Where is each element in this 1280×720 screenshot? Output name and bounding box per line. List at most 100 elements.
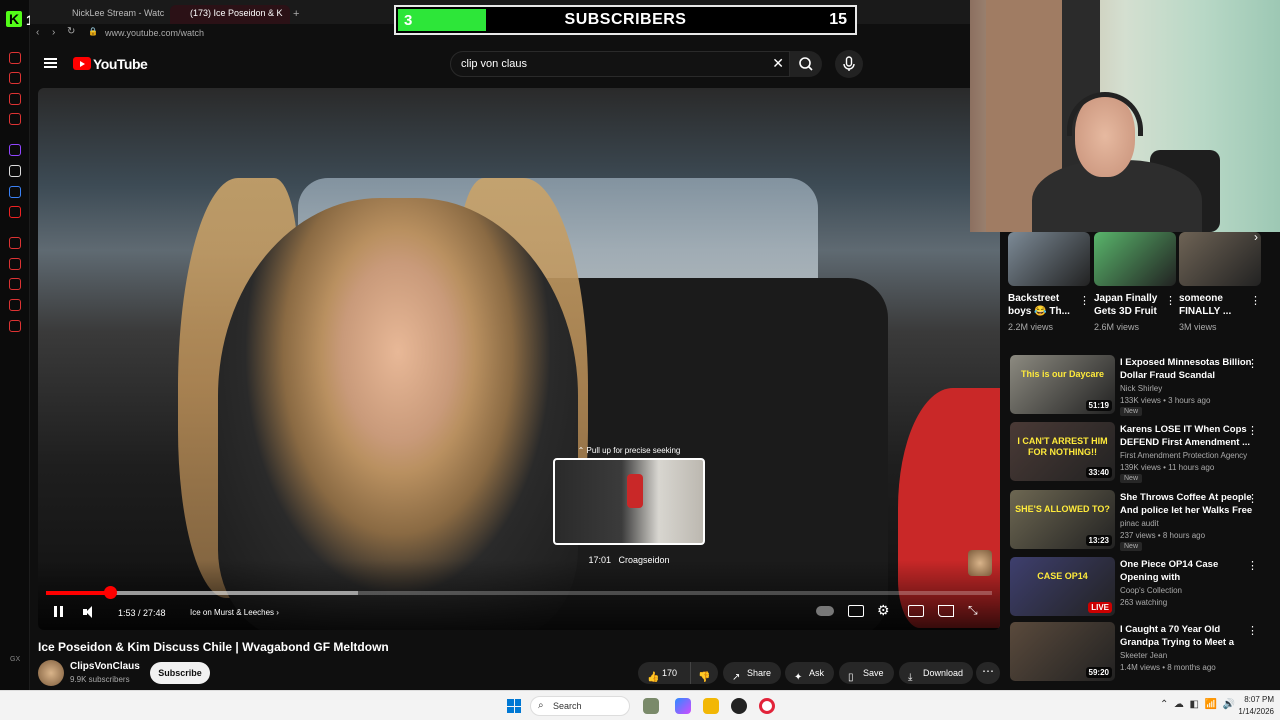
short-menu-icon[interactable]: ⋮	[1250, 294, 1261, 307]
video-thumbnail[interactable]: I CAN'T ARREST HIM FOR NOTHING!! 33:40	[1010, 422, 1115, 481]
bookmark-icon: ▯	[848, 672, 854, 683]
short-menu-icon[interactable]: ⋮	[1079, 294, 1090, 307]
pause-button[interactable]	[52, 605, 66, 619]
channel-watermark[interactable]	[968, 550, 992, 576]
video-thumbnail[interactable]: SHE'S ALLOWED TO? 13:23	[1010, 490, 1115, 549]
video-menu-icon[interactable]: ⋮	[1247, 559, 1258, 572]
settings-icon[interactable]: ⚙	[877, 602, 890, 619]
short-title[interactable]: Backstreet boys 😂 Th...	[1008, 292, 1076, 318]
video-menu-icon[interactable]: ⋮	[1247, 424, 1258, 437]
recommended-title[interactable]: She Throws Coffee At people And police l…	[1120, 492, 1255, 517]
search-input[interactable]: clip von claus ✕	[450, 51, 790, 77]
recommended-video[interactable]: I CAN'T ARREST HIM FOR NOTHING!! 33:40 Kar…	[1010, 422, 1270, 484]
file-explorer-icon[interactable]	[703, 698, 719, 714]
short-item[interactable]: Japan Finally Gets 3D Fruit 2.6M views ⋮	[1094, 232, 1176, 332]
shorts-next-icon[interactable]: ›	[1254, 230, 1258, 244]
volume-button[interactable]	[82, 605, 96, 619]
taskbar-search[interactable]: ⌕ Search	[530, 696, 630, 716]
voice-search-button[interactable]	[835, 50, 863, 78]
recommended-channel[interactable]: Coop's Collection	[1120, 586, 1182, 595]
chapter-button[interactable]: Ice on Murst & Leeches ›	[190, 608, 279, 617]
short-thumbnail[interactable]	[1094, 232, 1176, 286]
subscribe-button[interactable]: Subscribe	[150, 662, 210, 684]
recommended-video[interactable]: SHE'S ALLOWED TO? 13:23 She Throws Coffee …	[1010, 490, 1270, 552]
like-button[interactable]: 👍 170	[638, 662, 690, 684]
cast-button[interactable]	[938, 605, 954, 617]
tab-nicklee-stream[interactable]: NickLee Stream - Watc	[52, 5, 164, 25]
kick-logo-icon[interactable]: K	[6, 11, 22, 27]
video-thumbnail[interactable]: This is our Daycare 51:19	[1010, 355, 1115, 414]
recommended-channel[interactable]: First Amendment Protection Agency	[1120, 451, 1247, 460]
sidebar-app-icon[interactable]	[9, 320, 21, 332]
recommended-title[interactable]: Karens LOSE IT When Cops DEFEND First Am…	[1120, 424, 1255, 449]
short-title[interactable]: Japan Finally Gets 3D Fruit	[1094, 292, 1162, 318]
send-icon[interactable]	[9, 258, 21, 270]
recommended-title[interactable]: I Exposed Minnesotas Billion Dollar Frau…	[1120, 357, 1255, 382]
back-icon[interactable]: ‹	[36, 27, 39, 38]
menu-icon[interactable]	[44, 58, 57, 68]
fullscreen-exit-icon[interactable]: ⤡	[968, 603, 978, 618]
share-button[interactable]: ↗ Share	[723, 662, 782, 684]
dislike-button[interactable]: 👎	[690, 662, 718, 684]
download-button[interactable]: ⤓ Download	[899, 662, 974, 684]
short-views: 3M views	[1179, 322, 1217, 332]
sidebar-app-icon[interactable]	[9, 52, 21, 64]
x-icon[interactable]	[9, 165, 21, 177]
video-thumbnail[interactable]: 59:20	[1010, 622, 1115, 681]
sidebar-app-icon[interactable]	[9, 93, 21, 105]
recommended-video[interactable]: CASE OP14 LIVE One Piece OP14 Case Opening…	[1010, 557, 1270, 619]
recommended-title[interactable]: One Piece OP14 Case Opening with @MikeXC…	[1120, 559, 1255, 584]
youtube-logo-icon[interactable]	[73, 57, 91, 70]
sidebar-app-icon[interactable]	[9, 72, 21, 84]
copilot-icon[interactable]	[675, 698, 691, 714]
opera-gx-icon[interactable]	[759, 698, 775, 714]
search-button[interactable]	[790, 51, 822, 77]
sidebar-app-icon[interactable]	[9, 299, 21, 311]
video-player[interactable]	[38, 88, 1000, 630]
autoplay-toggle[interactable]	[816, 606, 834, 616]
video-menu-icon[interactable]: ⋮	[1247, 357, 1258, 370]
recommended-channel[interactable]: Nick Shirley	[1120, 384, 1162, 393]
short-thumbnail[interactable]	[1008, 232, 1090, 286]
progress-bar[interactable]	[46, 586, 992, 599]
taskbar-app-icon[interactable]	[643, 698, 659, 714]
twitch-icon[interactable]	[9, 144, 21, 156]
obs-icon[interactable]	[731, 698, 747, 714]
windows-start-icon[interactable]	[507, 699, 521, 713]
short-item[interactable]: someone FINALLY ... 3M views ⋮	[1179, 232, 1261, 332]
reload-icon[interactable]: ↻	[67, 26, 75, 37]
short-title[interactable]: someone FINALLY ...	[1179, 292, 1247, 318]
more-actions-button[interactable]: ⋯	[976, 662, 1000, 684]
tab-youtube[interactable]: (173) Ice Poseidon & K	[170, 5, 290, 25]
forward-icon[interactable]: ›	[52, 27, 55, 38]
recommended-video[interactable]: This is our Daycare 51:19 I Exposed Minnes…	[1010, 355, 1270, 417]
record-icon[interactable]	[9, 206, 21, 218]
short-menu-icon[interactable]: ⋮	[1165, 294, 1176, 307]
channel-name[interactable]: ClipsVonClaus	[70, 661, 140, 672]
sidebar-app-icon[interactable]	[9, 113, 21, 125]
sidebar-app-icon[interactable]	[9, 186, 21, 198]
clear-search-icon[interactable]: ✕	[772, 55, 784, 72]
recommended-video[interactable]: 59:20 I Caught a 70 Year Old Grandpa Tryi…	[1010, 622, 1270, 684]
recommended-channel[interactable]: Skeeter Jean	[1120, 651, 1167, 660]
new-tab-button[interactable]: +	[293, 8, 299, 20]
short-thumbnail[interactable]	[1179, 232, 1261, 286]
video-menu-icon[interactable]: ⋮	[1247, 624, 1258, 637]
youtube-brand[interactable]: YouTube	[93, 56, 148, 72]
ask-button[interactable]: ✦ Ask	[785, 662, 835, 684]
miniplayer-button[interactable]	[908, 605, 924, 617]
sidebar-app-icon[interactable]	[9, 278, 21, 290]
taskbar-clock[interactable]: 8:07 PM 1/14/2026	[1230, 694, 1274, 718]
new-badge: New	[1120, 407, 1143, 416]
system-tray[interactable]: ⌃ ☁ ◧ 📶 🔊	[1160, 699, 1235, 710]
short-item[interactable]: Backstreet boys 😂 Th... 2.2M views ⋮	[1008, 232, 1090, 332]
preview-timestamp: 17:01	[588, 555, 611, 565]
channel-avatar[interactable]	[38, 660, 64, 686]
save-button[interactable]: ▯ Save	[839, 662, 894, 684]
recommended-title[interactable]: I Caught a 70 Year Old Grandpa Trying to…	[1120, 624, 1255, 649]
captions-button[interactable]	[848, 605, 864, 617]
history-icon[interactable]	[9, 237, 21, 249]
video-thumbnail[interactable]: CASE OP14 LIVE	[1010, 557, 1115, 616]
video-menu-icon[interactable]: ⋮	[1247, 492, 1258, 505]
recommended-channel[interactable]: pinac audit	[1120, 519, 1159, 528]
